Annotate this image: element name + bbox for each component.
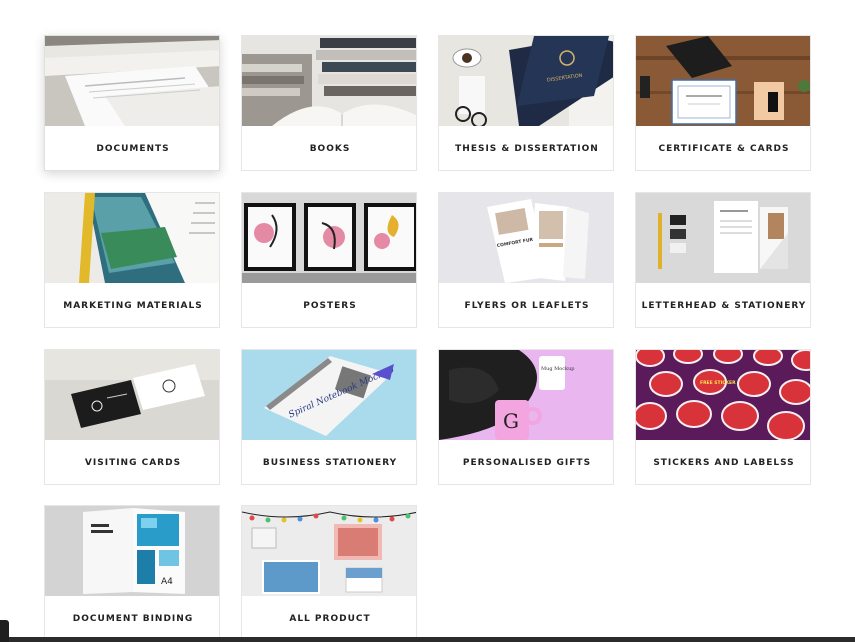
business-stationery-image: Spiral Notebook Mockup — [242, 350, 416, 440]
card-business-stationery[interactable]: Spiral Notebook Mockup BUSINESS STATIONE… — [241, 349, 417, 485]
letterhead-image — [636, 193, 810, 283]
card-label: FLYERS OR LEAFLETS — [464, 301, 590, 311]
mug-letter: G — [503, 409, 519, 433]
card-stickers-labels[interactable]: FREE STICKER STICKERS AND LABELSS — [635, 349, 811, 485]
flyers-image: COMFORT FURNITURE — [439, 193, 613, 283]
card-label: CERTIFICATE & CARDS — [658, 144, 790, 154]
card-visiting-cards[interactable]: VISITING CARDS — [44, 349, 220, 485]
card-all-product[interactable]: ALL PRODUCT — [241, 505, 417, 641]
card-posters[interactable]: POSTERS — [241, 192, 417, 328]
card-marketing-materials[interactable]: MARKETING MATERIALS — [44, 192, 220, 328]
marketing-image — [45, 193, 219, 283]
card-label: VISITING CARDS — [84, 458, 182, 468]
card-label: MARKETING MATERIALS — [63, 301, 203, 311]
corner-widget[interactable] — [0, 620, 9, 642]
category-grid: DOCUMENTS BOOKS DISSERTATION THESIS & DI… — [44, 35, 812, 642]
card-document-binding[interactable]: A4 DOCUMENT BINDING — [44, 505, 220, 641]
card-flyers-leaflets[interactable]: COMFORT FURNITURE FLYERS OR LEAFLETS — [438, 192, 614, 328]
gifts-image: Mug Mockup G — [439, 350, 613, 440]
visiting-cards-image — [45, 350, 219, 440]
card-label: ALL PRODUCT — [289, 614, 371, 624]
card-thesis-dissertation[interactable]: DISSERTATION THESIS & DISSERTATION — [438, 35, 614, 171]
all-product-image — [242, 506, 416, 596]
binding-image: A4 — [45, 506, 219, 596]
card-books[interactable]: BOOKS — [241, 35, 417, 171]
stickers-image: FREE STICKER — [636, 350, 810, 440]
thesis-image: DISSERTATION — [439, 36, 613, 126]
documents-image — [45, 36, 219, 126]
card-label: BUSINESS STATIONERY — [262, 458, 398, 468]
card-label: BOOKS — [309, 144, 351, 154]
card-label: THESIS & DISSERTATION — [455, 144, 599, 154]
card-label: DOCUMENT BINDING — [72, 614, 194, 624]
books-image — [242, 36, 416, 126]
card-documents[interactable]: DOCUMENTS — [44, 35, 220, 171]
sticker-text: FREE STICKER — [700, 380, 736, 386]
certificate-image — [636, 36, 810, 126]
posters-image — [242, 193, 416, 283]
card-label: LETTERHEAD & STATIONERY — [641, 301, 807, 311]
card-label: PERSONALISED GIFTS — [462, 458, 592, 468]
card-label: DOCUMENTS — [96, 144, 170, 154]
binding-page-text: A4 — [161, 577, 173, 587]
card-label: POSTERS — [303, 301, 357, 311]
card-letterhead-stationery[interactable]: LETTERHEAD & STATIONERY — [635, 192, 811, 328]
mug-text: Mug Mockup — [541, 366, 575, 372]
bottom-edge-bar — [0, 637, 855, 642]
card-personalised-gifts[interactable]: Mug Mockup G PERSONALISED GIFTS — [438, 349, 614, 485]
card-certificate-cards[interactable]: CERTIFICATE & CARDS — [635, 35, 811, 171]
card-label: STICKERS AND LABELSS — [653, 458, 795, 468]
